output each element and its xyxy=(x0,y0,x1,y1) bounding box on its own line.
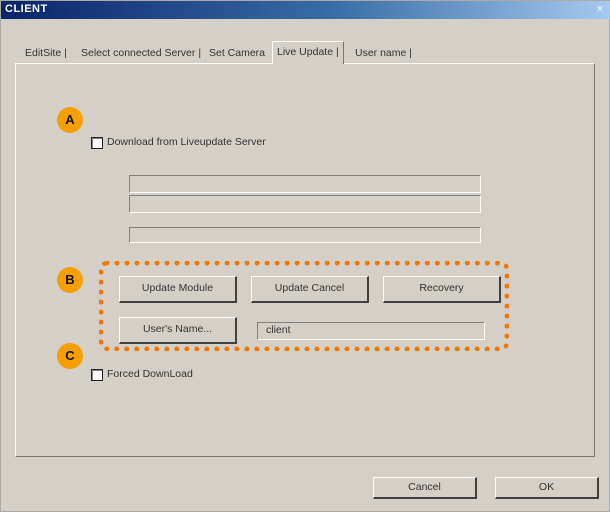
update-cancel-button[interactable]: Update Cancel xyxy=(251,276,369,303)
ok-button[interactable]: OK xyxy=(495,477,599,499)
tab-live-update[interactable]: Live Update | xyxy=(272,41,344,64)
marker-b: B xyxy=(57,267,83,293)
download-label: Download from Liveupdate Server xyxy=(107,136,266,148)
ok-label: OK xyxy=(538,481,555,493)
close-icon[interactable]: × xyxy=(593,3,607,16)
liveupdate-field-1 xyxy=(129,175,481,193)
recovery-label: Recovery xyxy=(419,282,464,294)
users-name-label: User's Name... xyxy=(142,323,213,335)
title-bar[interactable]: CLIENT × xyxy=(1,1,610,19)
marker-a: A xyxy=(57,107,83,133)
liveupdate-field-2 xyxy=(129,195,481,213)
user-name-field: client xyxy=(257,322,485,340)
tab-user-name[interactable]: User name | xyxy=(355,43,412,63)
recovery-button[interactable]: Recovery xyxy=(383,276,501,303)
update-cancel-label: Update Cancel xyxy=(274,282,345,294)
client-dialog: CLIENT × EditSite | Select connected Ser… xyxy=(0,0,610,512)
window-title: CLIENT xyxy=(5,3,48,15)
update-module-button[interactable]: Update Module xyxy=(119,276,237,303)
user-name-value: client xyxy=(266,324,291,336)
tab-select-connected-server[interactable]: Select connected Server | xyxy=(81,43,201,63)
progress-bar xyxy=(129,227,481,243)
cancel-label: Cancel xyxy=(408,481,441,493)
live-update-panel xyxy=(15,63,595,457)
update-module-label: Update Module xyxy=(141,282,214,294)
tab-set-camera[interactable]: Set Camera xyxy=(209,43,265,63)
marker-c: C xyxy=(57,343,83,369)
cancel-button[interactable]: Cancel xyxy=(373,477,477,499)
forced-download-checkbox[interactable] xyxy=(91,369,103,381)
tab-editsite[interactable]: EditSite | xyxy=(25,43,67,63)
download-checkbox[interactable] xyxy=(91,137,103,149)
users-name-button[interactable]: User's Name... xyxy=(119,317,237,344)
forced-download-label: Forced DownLoad xyxy=(107,368,193,380)
